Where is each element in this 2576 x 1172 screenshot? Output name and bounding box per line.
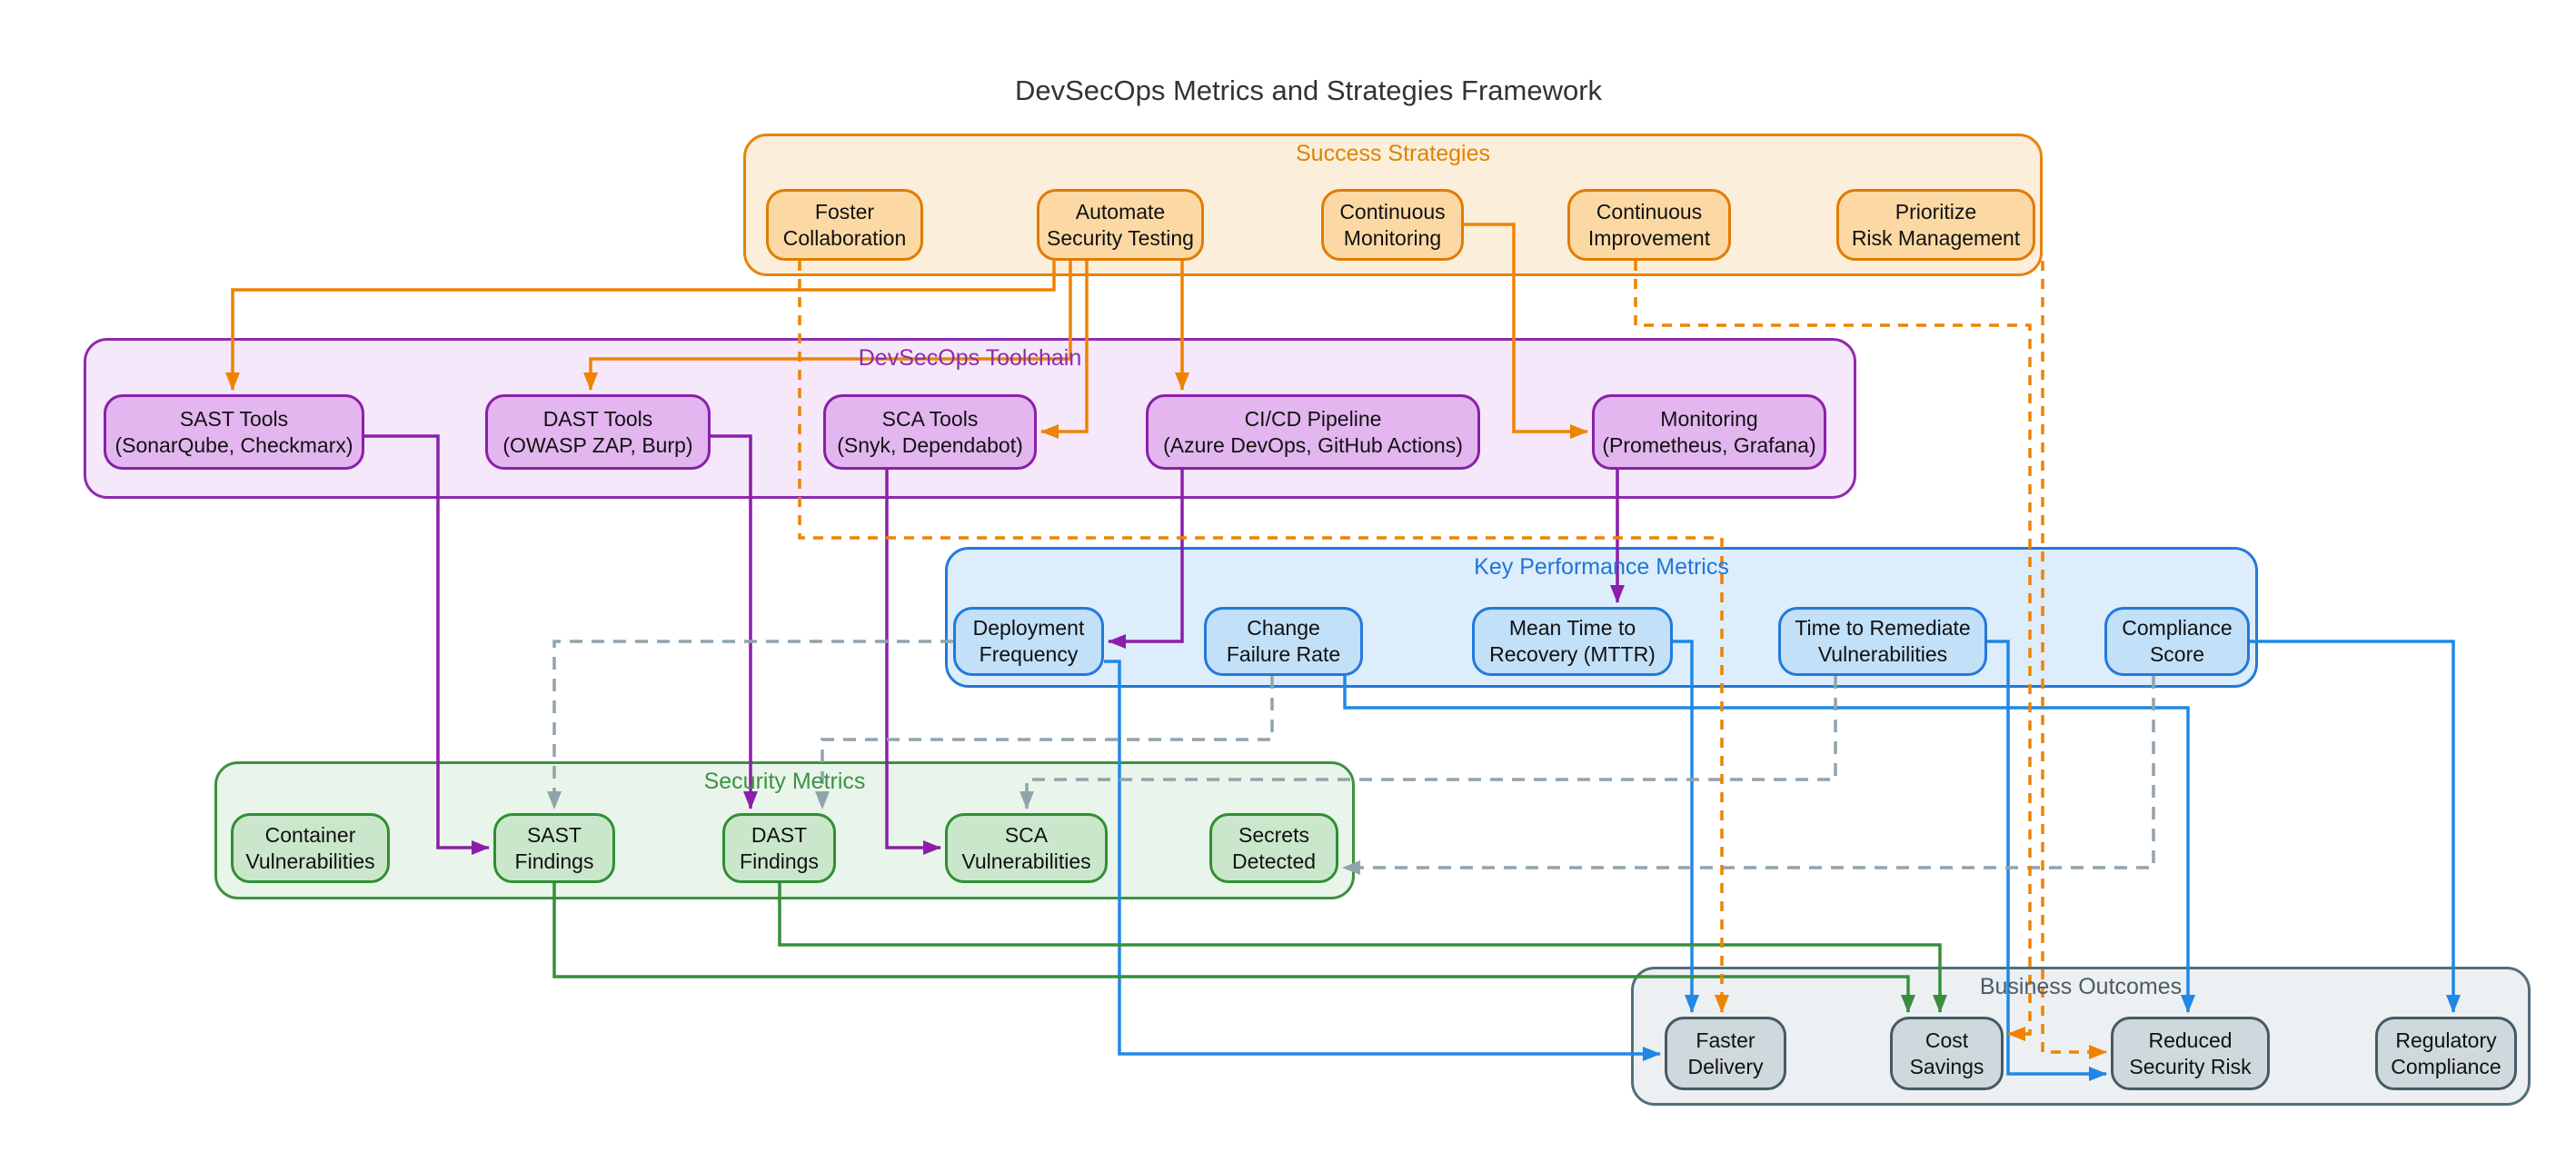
node-sca-vulnerabilities: SCA Vulnerabilities [945, 813, 1108, 883]
node-secrets-detected: Secrets Detected [1209, 813, 1338, 883]
node-cicd-pipeline: CI/CD Pipeline (Azure DevOps, GitHub Act… [1146, 394, 1480, 470]
node-container-vulnerabilities: Container Vulnerabilities [231, 813, 390, 883]
group-label-success-strategies: Success Strategies [1296, 141, 1490, 167]
node-continuous-monitoring: Continuous Monitoring [1321, 189, 1464, 261]
diagram-canvas: DevSecOps Metrics and Strategies Framewo… [0, 0, 2576, 1172]
node-reduced-security-risk: Reduced Security Risk [2111, 1017, 2270, 1090]
node-change-failure-rate: Change Failure Rate [1204, 607, 1363, 676]
group-label-devsecops-toolchain: DevSecOps Toolchain [859, 345, 1082, 372]
node-sca-tools: SCA Tools (Snyk, Dependabot) [823, 394, 1037, 470]
node-faster-delivery: Faster Delivery [1665, 1017, 1786, 1090]
node-mttr: Mean Time to Recovery (MTTR) [1472, 607, 1673, 676]
node-sast-tools: SAST Tools (SonarQube, Checkmarx) [104, 394, 364, 470]
node-regulatory-compliance: Regulatory Compliance [2375, 1017, 2517, 1090]
group-label-business-outcomes: Business Outcomes [1980, 974, 2182, 1000]
node-dast-tools: DAST Tools (OWASP ZAP, Burp) [485, 394, 711, 470]
node-monitoring: Monitoring (Prometheus, Grafana) [1592, 394, 1826, 470]
node-prioritize-risk-management: Prioritize Risk Management [1836, 189, 2035, 261]
group-label-security-metrics: Security Metrics [704, 769, 866, 795]
node-compliance-score: Compliance Score [2104, 607, 2250, 676]
group-label-key-performance-metrics: Key Performance Metrics [1474, 554, 1729, 581]
node-sast-findings: SAST Findings [493, 813, 615, 883]
node-dast-findings: DAST Findings [722, 813, 836, 883]
node-cost-savings: Cost Savings [1890, 1017, 2004, 1090]
node-layer: Success Strategies Foster Collaboration Au… [0, 0, 2576, 1172]
node-foster-collaboration: Foster Collaboration [766, 189, 923, 261]
node-time-to-remediate: Time to Remediate Vulnerabilities [1778, 607, 1987, 676]
node-deployment-frequency: Deployment Frequency [953, 607, 1104, 676]
node-continuous-improvement: Continuous Improvement [1567, 189, 1731, 261]
node-automate-security-testing: Automate Security Testing [1037, 189, 1204, 261]
